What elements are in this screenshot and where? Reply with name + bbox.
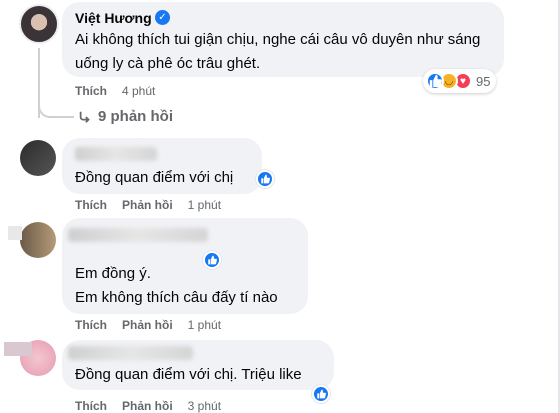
blurred-author-name [68, 228, 208, 242]
reply-text-line1: Em đồng ý. [75, 265, 151, 282]
reply-actions: Thích Phản hồi 3 phút [75, 399, 221, 413]
like-icon [203, 251, 221, 269]
like-button[interactable]: Thích [75, 198, 107, 212]
reply-text: Đồng quan điểm với chị [75, 169, 234, 186]
comment-time[interactable]: 4 phút [122, 84, 155, 98]
reply-arrow-icon [79, 111, 90, 123]
blurred-author-name [75, 147, 157, 161]
reply-button[interactable]: Phản hồi [122, 399, 173, 413]
comment-actions: Thích 4 phút [75, 84, 155, 98]
like-button[interactable]: Thích [75, 84, 107, 98]
verified-badge-icon: ✓ [155, 10, 170, 25]
view-replies-link[interactable]: 9 phản hồi [78, 108, 173, 125]
reply-avatar[interactable] [20, 222, 56, 258]
author-name[interactable]: Việt Hương [75, 10, 152, 26]
like-button[interactable]: Thích [75, 318, 107, 332]
reply-text: Đồng quan điểm với chị. Triệu like [75, 366, 302, 383]
reply-actions: Thích Phản hồi 1 phút [75, 198, 221, 212]
replies-count-label: 9 phản hồi [98, 108, 173, 125]
reply-time[interactable]: 1 phút [188, 198, 221, 212]
thread-connector [38, 96, 74, 118]
reply-time[interactable]: 1 phút [188, 318, 221, 332]
like-icon [256, 170, 274, 188]
reply-button[interactable]: Phản hồi [122, 318, 173, 332]
blurred-author-name [68, 346, 193, 360]
like-icon [312, 385, 330, 403]
author-avatar[interactable] [19, 4, 59, 44]
reply-avatar[interactable] [20, 140, 56, 176]
reply-button[interactable]: Phản hồi [122, 198, 173, 212]
reaction-count: 95 [476, 73, 491, 89]
reply-actions: Thích Phản hồi 1 phút [75, 318, 221, 332]
reaction-summary[interactable]: ◡ ♥ 95 [423, 69, 497, 93]
pixelated-block [8, 226, 22, 240]
reply-time[interactable]: 3 phút [188, 399, 221, 413]
like-button[interactable]: Thích [75, 399, 107, 413]
reply-text-line2: Em không thích câu đấy tí nào [75, 289, 278, 306]
pixelated-block [4, 342, 32, 356]
like-icon [426, 72, 444, 90]
